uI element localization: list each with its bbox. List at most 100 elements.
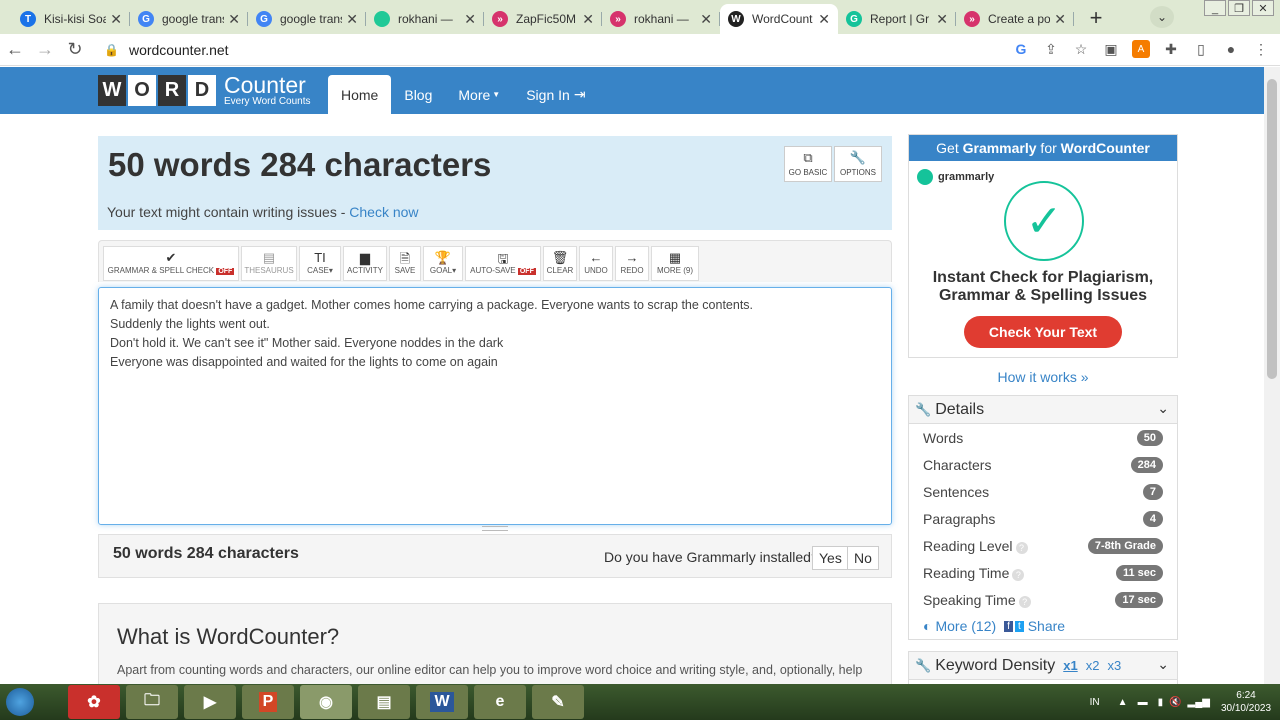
taskbar-chrome-icon[interactable]: ◉ bbox=[300, 685, 352, 719]
x3-link[interactable]: x3 bbox=[1107, 658, 1121, 673]
grammar-check-button[interactable]: ✔ GRAMMAR & SPELL CHECK OFF bbox=[103, 246, 239, 281]
volume-muted-icon[interactable]: 🔇 bbox=[1169, 697, 1181, 708]
yes-button[interactable]: Yes bbox=[812, 546, 849, 570]
facebook-icon[interactable]: f bbox=[1004, 620, 1013, 632]
detail-label: Characters bbox=[923, 457, 991, 473]
help-icon[interactable]: ? bbox=[1012, 568, 1025, 581]
close-tab-icon[interactable]: ✕ bbox=[228, 11, 240, 28]
redo-button[interactable]: → REDO bbox=[615, 246, 649, 281]
browser-tab[interactable]: Ggoogle trans ✕ bbox=[130, 4, 248, 34]
browser-tab[interactable]: » Create a po ✕ bbox=[956, 4, 1074, 34]
resize-grip[interactable] bbox=[482, 526, 508, 531]
twitter-icon[interactable]: t bbox=[1014, 620, 1024, 632]
nav-home[interactable]: Home bbox=[328, 75, 392, 114]
keyword-density-header[interactable]: 🔧 Keyword Density x1 x2 x3 ⌄ bbox=[909, 652, 1177, 680]
taskbar-notes-icon[interactable]: ▤ bbox=[358, 685, 410, 719]
restore-button[interactable]: ❐ bbox=[1228, 0, 1250, 16]
taskbar-media-player-icon[interactable]: ▶ bbox=[184, 685, 236, 719]
close-tab-icon[interactable]: ✕ bbox=[582, 11, 594, 28]
options-button[interactable]: 🔧 OPTIONS bbox=[834, 146, 882, 182]
page-scrollbar[interactable] bbox=[1264, 67, 1280, 684]
auto-save-button[interactable]: 🖫 AUTO-SAVE OFF bbox=[465, 246, 541, 281]
google-lens-icon[interactable]: G bbox=[1012, 40, 1030, 58]
tab-title: ZapFic50M bbox=[516, 12, 577, 26]
browser-tab[interactable]: » rokhani — ✕ bbox=[602, 4, 720, 34]
taskbar-paint-icon[interactable]: ✎ bbox=[532, 685, 584, 719]
close-tab-icon[interactable]: ✕ bbox=[464, 11, 476, 28]
extensions-puzzle-icon[interactable]: ✚ bbox=[1162, 40, 1180, 58]
more-link[interactable]: More (12) bbox=[935, 618, 996, 634]
help-icon[interactable]: ? bbox=[1018, 595, 1031, 608]
forward-icon[interactable]: → bbox=[30, 39, 60, 60]
check-your-text-button[interactable]: Check Your Text bbox=[964, 316, 1122, 348]
extension-dark-icon[interactable]: ▣ bbox=[1102, 40, 1120, 58]
taskbar-word-icon[interactable]: W bbox=[416, 685, 468, 719]
new-tab-button[interactable]: + bbox=[1082, 4, 1110, 32]
chrome-menu-icon[interactable]: ⋮ bbox=[1252, 40, 1270, 58]
language-indicator[interactable]: IN bbox=[1090, 697, 1100, 708]
close-tab-icon[interactable]: ✕ bbox=[110, 11, 122, 28]
taskbar-app-red-icon[interactable]: ✿ bbox=[68, 685, 120, 719]
check-now-link[interactable]: Check now bbox=[349, 204, 418, 220]
no-button[interactable]: No bbox=[847, 546, 879, 570]
close-tab-icon[interactable]: ✕ bbox=[818, 11, 830, 28]
browser-tab[interactable]: T Kisi-kisi Soal ✕ bbox=[12, 4, 130, 34]
browser-tab[interactable]: » ZapFic50M ✕ bbox=[484, 4, 602, 34]
text-editor[interactable]: A family that doesn't have a gadget. Mot… bbox=[98, 287, 892, 525]
share-icon[interactable]: ⇪ bbox=[1042, 40, 1060, 58]
bookmark-star-icon[interactable]: ☆ bbox=[1072, 40, 1090, 58]
details-header[interactable]: 🔧 Details ⌄ bbox=[909, 396, 1177, 424]
tab-search-icon[interactable]: ⌄ bbox=[1150, 6, 1174, 28]
taskbar-powerpoint-icon[interactable]: P bbox=[242, 685, 294, 719]
clock[interactable]: 6:24 30/10/2023 bbox=[1216, 689, 1276, 715]
browser-tab[interactable]: rokhani — ✕ bbox=[366, 4, 484, 34]
extension-orange-icon[interactable]: A bbox=[1132, 40, 1150, 58]
wordcounter-logo[interactable]: W O R D Counter Every Word Counts bbox=[98, 74, 311, 107]
taskbar-internet-explorer-icon[interactable]: e bbox=[474, 685, 526, 719]
x1-link[interactable]: x1 bbox=[1063, 658, 1077, 673]
scrollbar-thumb[interactable] bbox=[1267, 79, 1277, 379]
undo-button[interactable]: ← UNDO bbox=[579, 246, 613, 281]
close-tab-icon[interactable]: ✕ bbox=[1054, 11, 1066, 28]
close-tab-icon[interactable]: ✕ bbox=[346, 11, 358, 28]
activity-button[interactable]: ▆ ACTIVITY bbox=[343, 246, 387, 281]
nav-blog[interactable]: Blog bbox=[391, 75, 445, 114]
browser-tab[interactable]: W WordCount ✕ bbox=[720, 4, 838, 34]
go-basic-label: GO BASIC bbox=[788, 168, 828, 177]
more-tools-button[interactable]: ▦ MORE (9) bbox=[651, 246, 699, 281]
case-button[interactable]: TI CASE▾ bbox=[299, 246, 341, 281]
side-panel-icon[interactable]: ▯ bbox=[1192, 40, 1210, 58]
nav-more[interactable]: More ▼ bbox=[445, 75, 513, 114]
thesaurus-button[interactable]: ▤ THESAURUS bbox=[241, 246, 297, 281]
taskbar-explorer-icon[interactable]: 🗀 bbox=[126, 685, 178, 719]
issues-text: Your text might contain writing issues - bbox=[107, 204, 350, 220]
start-button[interactable] bbox=[0, 684, 40, 720]
clear-button[interactable]: 🗑 CLEAR bbox=[543, 246, 577, 281]
share-link[interactable]: Share bbox=[1028, 618, 1065, 634]
x2-link[interactable]: x2 bbox=[1086, 658, 1100, 673]
tray-arrow-icon[interactable]: ▲ bbox=[1118, 697, 1128, 708]
goal-button[interactable]: 🏆 GOAL▾ bbox=[423, 246, 463, 281]
lock-icon[interactable]: 🔒 bbox=[104, 43, 119, 57]
nav-sign-in[interactable]: Sign In ⇥ bbox=[513, 75, 598, 114]
save-button[interactable]: 🗎 SAVE bbox=[389, 246, 421, 281]
tray-app-icon[interactable]: ▬ bbox=[1138, 697, 1148, 708]
how-it-works-link[interactable]: How it works » bbox=[908, 369, 1178, 385]
url-field[interactable]: 🔒 wordcounter.net bbox=[104, 42, 229, 58]
back-icon[interactable]: ← bbox=[0, 39, 30, 60]
signal-bars-icon[interactable]: ▂▄▆ bbox=[1188, 697, 1210, 708]
logo-word: Counter bbox=[224, 72, 306, 98]
help-icon[interactable]: ? bbox=[1015, 541, 1028, 554]
go-basic-button[interactable]: ⧉ GO BASIC bbox=[784, 146, 832, 182]
close-window-button[interactable]: ✕ bbox=[1252, 0, 1274, 16]
reload-icon[interactable]: ↻ bbox=[60, 39, 90, 60]
profile-icon[interactable]: ● bbox=[1222, 40, 1240, 58]
close-tab-icon[interactable]: ✕ bbox=[936, 11, 948, 28]
minimize-button[interactable]: _ bbox=[1204, 0, 1226, 16]
grammarly-ad[interactable]: Get Grammarly for WordCounter grammarly … bbox=[908, 134, 1178, 358]
toggle-icon[interactable]: ◐ bbox=[923, 618, 931, 634]
browser-tab[interactable]: Ggoogle trans ✕ bbox=[248, 4, 366, 34]
close-tab-icon[interactable]: ✕ bbox=[700, 11, 712, 28]
browser-tab[interactable]: G Report | Gr ✕ bbox=[838, 4, 956, 34]
network-icon[interactable]: ▮ bbox=[1158, 697, 1164, 708]
